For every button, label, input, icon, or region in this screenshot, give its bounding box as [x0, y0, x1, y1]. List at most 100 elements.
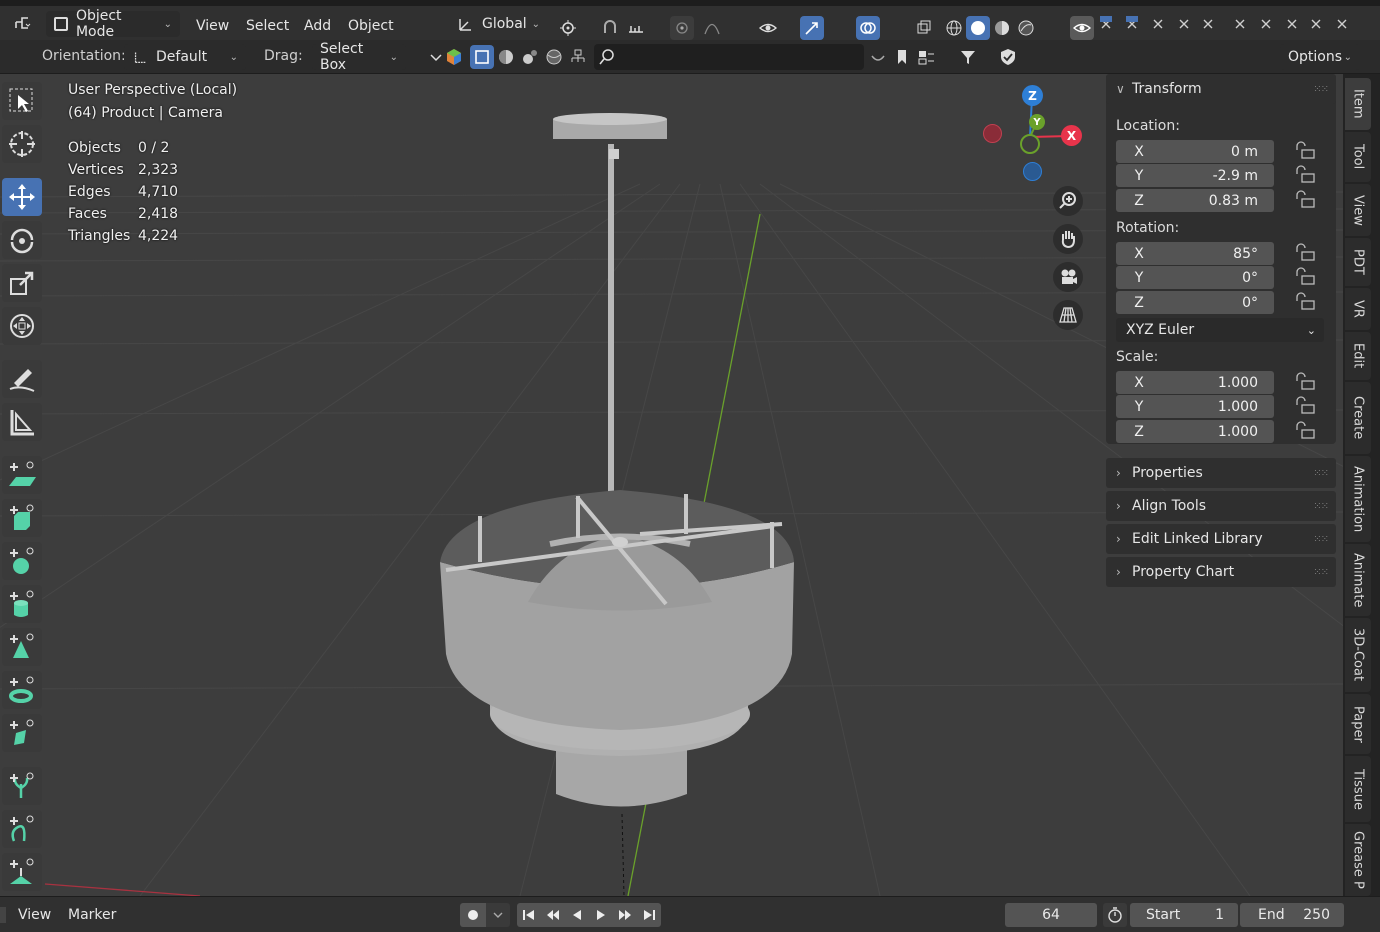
tab-pdt[interactable]: PDT	[1345, 238, 1371, 286]
play-reverse-button[interactable]	[565, 903, 589, 927]
filter-light-icon[interactable]	[518, 45, 542, 69]
pivot-point-icon[interactable]	[556, 16, 580, 40]
move-tool[interactable]	[2, 178, 42, 216]
add-grass-tool[interactable]	[2, 853, 42, 891]
tab-grease-pencil[interactable]: Grease P	[1345, 824, 1371, 896]
orientation-dropdown[interactable]: Default ⌄	[124, 44, 246, 70]
tab-vr[interactable]: VR	[1345, 288, 1371, 330]
select-visible-icon[interactable]	[470, 45, 494, 69]
falloff-icon[interactable]	[700, 16, 724, 40]
shading-rendered-icon[interactable]	[1014, 16, 1038, 40]
drag-handle-icon[interactable]: ⁙⁙	[1313, 567, 1329, 578]
measure-tool[interactable]	[2, 403, 42, 441]
drag-handle-icon[interactable]: ⁙⁙	[1313, 468, 1329, 479]
jump-end-button[interactable]	[637, 903, 661, 927]
search-input[interactable]	[594, 44, 864, 70]
gizmo-neg-z[interactable]	[1023, 162, 1042, 181]
record-button[interactable]	[460, 903, 486, 927]
display-mode-icon[interactable]	[914, 45, 938, 69]
rotation-x-field[interactable]: X 85°	[1116, 242, 1274, 265]
edit-linked-library-panel-header[interactable]: › Edit Linked Library ⁙⁙	[1106, 524, 1336, 554]
object-filter-icon[interactable]	[442, 45, 466, 69]
shading-material-icon[interactable]	[990, 16, 1014, 40]
gizmo-z-axis[interactable]: Z	[1022, 85, 1043, 106]
options-dropdown[interactable]: Options ⌄	[1280, 44, 1360, 70]
keying-dropdown[interactable]	[486, 903, 510, 927]
timeline-view-menu[interactable]: View	[18, 907, 51, 923]
select-box-tool[interactable]	[2, 82, 42, 120]
drag-handle-icon[interactable]: ⁙⁙	[1313, 84, 1329, 95]
location-z-field[interactable]: Z 0.83 m	[1116, 189, 1274, 212]
perspective-toggle-icon[interactable]	[1053, 300, 1083, 330]
location-y-field[interactable]: Y -2.9 m	[1116, 164, 1274, 187]
frame-end-field[interactable]: End 250	[1240, 903, 1344, 927]
drag-dropdown[interactable]: Select Box ⌄	[312, 41, 406, 73]
current-frame-field[interactable]: 64	[1005, 903, 1097, 927]
scale-y-field[interactable]: Y 1.000	[1116, 395, 1274, 418]
filter-hierarchy-icon[interactable]	[566, 45, 590, 69]
mode-dropdown[interactable]: Object Mode ⌄	[46, 8, 180, 40]
prev-keyframe-button[interactable]	[541, 903, 565, 927]
add-cube-tool[interactable]	[2, 499, 42, 537]
gizmo-y-axis[interactable]: Y	[1029, 114, 1045, 130]
add-cone-tool[interactable]	[2, 628, 42, 666]
gizmo-toggle-icon[interactable]	[800, 16, 824, 40]
add-cylinder-tool[interactable]	[2, 585, 42, 623]
overlays-icon[interactable]	[856, 16, 880, 40]
snap-increment-icon[interactable]	[624, 16, 648, 40]
pan-hand-icon[interactable]	[1053, 224, 1083, 254]
menu-select[interactable]: Select	[246, 18, 289, 34]
add-armature-tool[interactable]	[2, 767, 42, 805]
gizmo-x-axis[interactable]: X	[1061, 125, 1082, 146]
scale-z-field[interactable]: Z 1.000	[1116, 420, 1274, 443]
stopwatch-icon[interactable]	[1103, 903, 1127, 927]
filter-funnel-icon[interactable]	[956, 45, 980, 69]
align-tools-panel-header[interactable]: › Align Tools ⁙⁙	[1106, 491, 1336, 521]
tab-item[interactable]: Item	[1345, 78, 1371, 130]
tab-tool[interactable]: Tool	[1345, 132, 1371, 182]
proportional-editing-icon[interactable]	[670, 16, 694, 40]
tab-edit[interactable]: Edit	[1345, 332, 1371, 380]
editor-type-button[interactable]	[6, 11, 38, 35]
annotate-tool[interactable]	[2, 360, 42, 398]
tab-paper[interactable]: Paper	[1345, 694, 1371, 754]
drag-handle-icon[interactable]: ⁙⁙	[1313, 534, 1329, 545]
tab-animate[interactable]: Animate	[1345, 544, 1371, 616]
filter-mesh-icon[interactable]	[494, 45, 518, 69]
shading-solid-icon[interactable]	[966, 16, 990, 40]
next-keyframe-button[interactable]	[613, 903, 637, 927]
eye-visibility-icon[interactable]	[1070, 16, 1094, 40]
menu-add[interactable]: Add	[304, 18, 331, 34]
tab-create[interactable]: Create	[1345, 382, 1371, 454]
scale-tool[interactable]	[2, 264, 42, 302]
transform-panel-header[interactable]: ∨ Transform ⁙⁙	[1106, 74, 1336, 104]
timeline-marker-menu[interactable]: Marker	[68, 907, 116, 923]
shield-icon[interactable]	[996, 45, 1020, 69]
menu-object[interactable]: Object	[348, 18, 394, 34]
jump-start-button[interactable]	[517, 903, 541, 927]
filter-world-icon[interactable]	[542, 45, 566, 69]
drag-handle-icon[interactable]: ⁙⁙	[1313, 501, 1329, 512]
add-sphere-tool[interactable]	[2, 542, 42, 580]
add-plane-tool[interactable]	[2, 456, 42, 494]
shading-wireframe-icon[interactable]	[942, 16, 966, 40]
zoom-icon[interactable]	[1053, 186, 1083, 216]
tab-3d-coat[interactable]: 3D-Coat	[1345, 618, 1371, 692]
menu-view[interactable]: View	[196, 18, 229, 34]
add-torus-tool[interactable]	[2, 671, 42, 709]
rotate-tool[interactable]	[2, 221, 42, 259]
transform-orientation-dropdown[interactable]: Global ⌄	[448, 11, 548, 37]
tab-animation[interactable]: Animation	[1345, 456, 1371, 542]
xray-icon[interactable]	[912, 16, 936, 40]
tab-view[interactable]: View	[1345, 184, 1371, 236]
snap-icon[interactable]	[598, 16, 622, 40]
cursor-tool[interactable]	[2, 125, 42, 163]
add-curve-tool[interactable]	[2, 810, 42, 848]
add-bevel-tool[interactable]	[2, 714, 42, 752]
bookmark-icon[interactable]	[890, 45, 914, 69]
scale-x-field[interactable]: X 1.000	[1116, 371, 1274, 394]
rotation-mode-dropdown[interactable]: XYZ Euler ⌄	[1116, 318, 1324, 342]
visibility-icon[interactable]	[756, 16, 780, 40]
collection-toggles[interactable]	[1098, 14, 1358, 40]
frame-start-field[interactable]: Start 1	[1130, 903, 1238, 927]
